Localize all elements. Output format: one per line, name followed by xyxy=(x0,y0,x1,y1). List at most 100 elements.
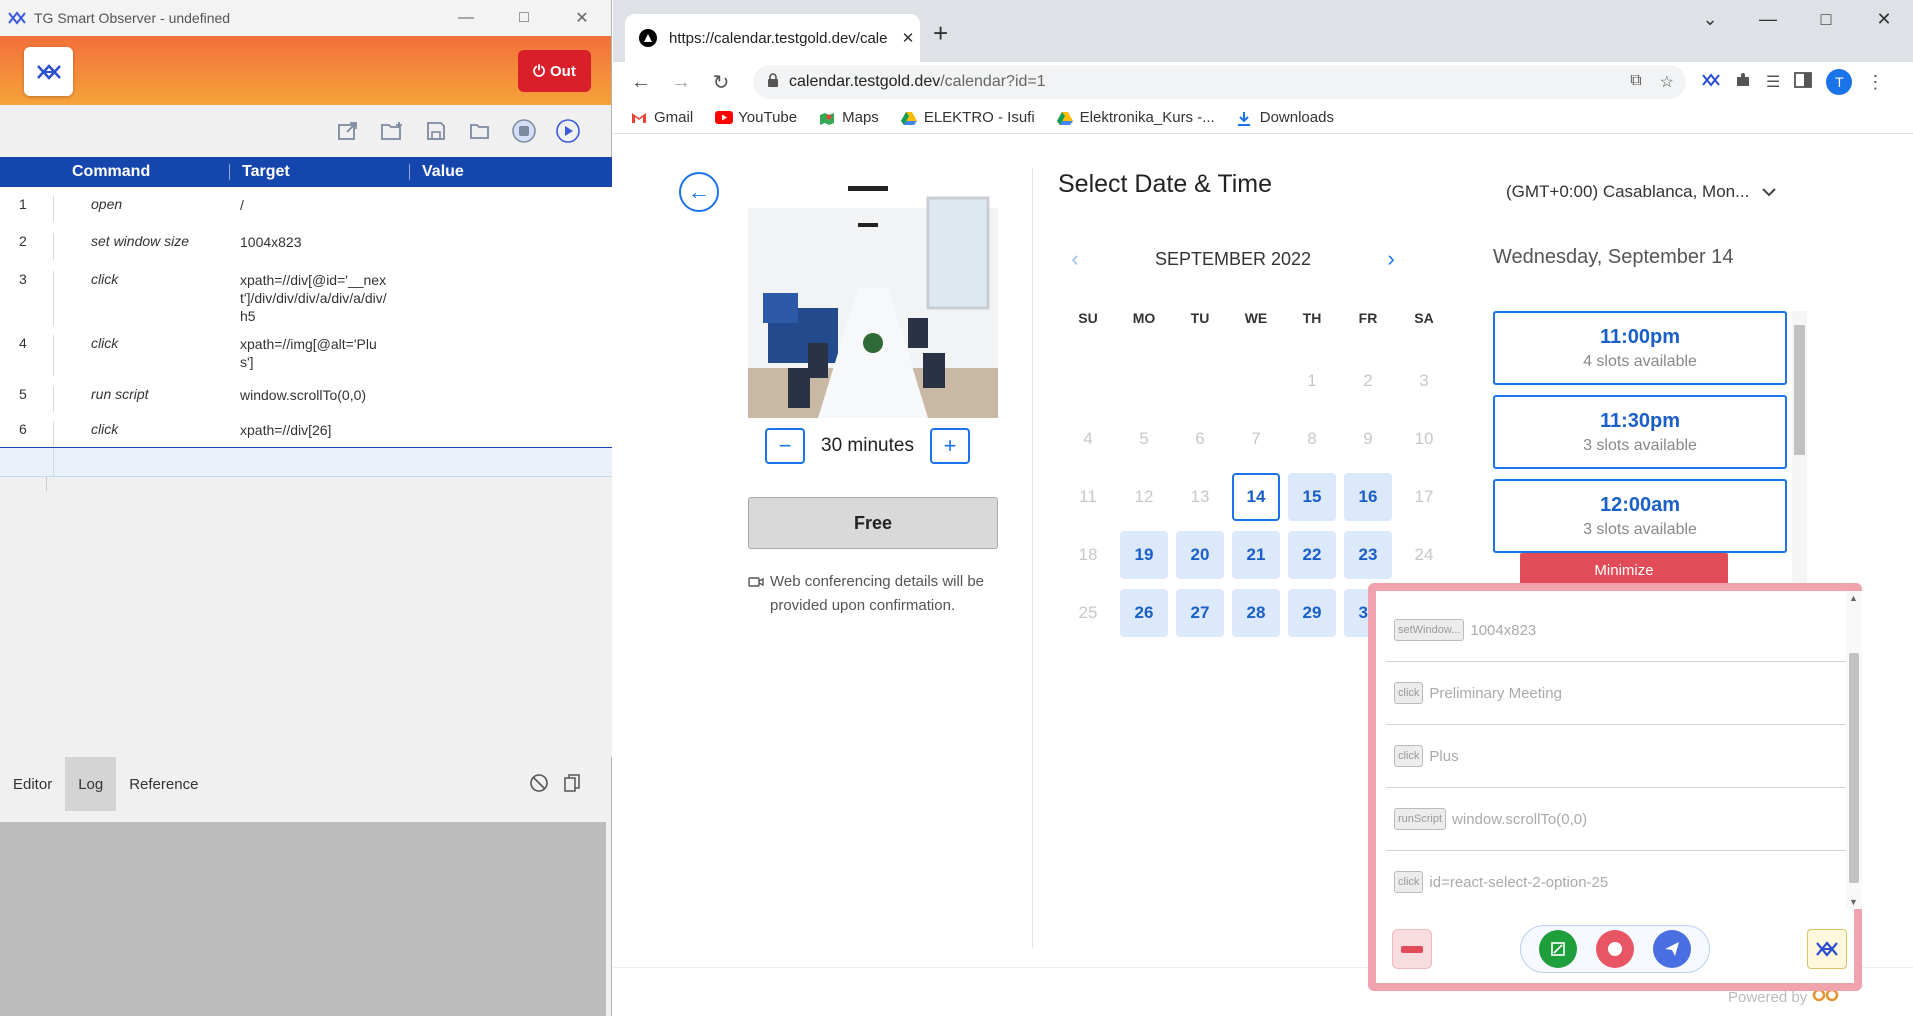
calendar-week: 11 12 13 14 15 16 17 xyxy=(1060,468,1452,526)
time-slot[interactable]: 12:00am 3 slots available xyxy=(1493,479,1787,553)
table-row[interactable]: 1 open / xyxy=(0,187,612,223)
logout-button[interactable]: ⏻ Out xyxy=(518,50,591,92)
weekday-label: TU xyxy=(1190,310,1210,326)
play-icon[interactable] xyxy=(553,116,583,146)
calendar-day[interactable]: 23 xyxy=(1340,526,1396,584)
calendar-day: 8 xyxy=(1307,429,1317,448)
calendar-day[interactable]: 28 xyxy=(1228,584,1284,642)
calendar-day[interactable]: 20 xyxy=(1172,526,1228,584)
list-item[interactable]: runScript window.scrollTo(0,0) xyxy=(1386,788,1846,851)
back-arrow-icon[interactable]: ← xyxy=(679,172,719,212)
calendar-day[interactable]: 29 xyxy=(1284,584,1340,642)
profile-avatar[interactable]: T xyxy=(1826,69,1853,95)
bookmark-elektronika[interactable]: Elektronika_Kurs -... xyxy=(1056,109,1215,126)
maps-icon xyxy=(819,111,835,125)
bookmark-maps[interactable]: Maps xyxy=(819,109,879,126)
record-icon[interactable] xyxy=(509,116,539,146)
month-navigation: ‹ SEPTEMBER 2022 › xyxy=(1063,246,1403,272)
calendar-day[interactable]: 16 xyxy=(1340,468,1396,526)
maximize-browser-button[interactable]: □ xyxy=(1797,0,1855,38)
tg-logo-icon[interactable] xyxy=(1807,929,1847,969)
previous-month-icon[interactable]: ‹ xyxy=(1063,246,1087,272)
weekday-label: WE xyxy=(1244,310,1268,326)
list-item[interactable]: click Plus xyxy=(1386,725,1846,788)
calendar-empty-cell xyxy=(1172,352,1228,410)
tab-editor[interactable]: Editor xyxy=(0,757,65,811)
clear-log-icon[interactable] xyxy=(529,773,549,798)
bookmark-gmail[interactable]: Gmail xyxy=(631,109,693,126)
extensions-puzzle-icon[interactable] xyxy=(1734,71,1752,94)
power-icon: ⏻ xyxy=(533,62,546,80)
close-tab-icon[interactable]: ✕ xyxy=(896,29,920,47)
browser-menu-icon[interactable]: ⋮ xyxy=(1866,72,1884,93)
list-item[interactable]: click id=react-select-2-option-25 xyxy=(1386,851,1846,909)
tab-search-icon[interactable]: ⌄ xyxy=(1681,0,1739,38)
back-icon[interactable]: ← xyxy=(625,66,657,98)
bookmark-downloads[interactable]: Downloads xyxy=(1237,109,1334,126)
recorder-minimize-button[interactable]: Minimize xyxy=(1520,553,1728,587)
open-folder-icon[interactable] xyxy=(465,116,495,146)
calendar-day[interactable]: 15 xyxy=(1284,468,1340,526)
new-tab-button[interactable]: + xyxy=(933,18,948,49)
side-panel-icon[interactable] xyxy=(1794,71,1813,93)
next-month-icon[interactable]: › xyxy=(1379,246,1403,272)
recorder-panel: setWindow... 1004x823 click Preliminary … xyxy=(1368,583,1862,991)
minimize-window-button[interactable]: — xyxy=(437,0,495,36)
increase-duration-button[interactable]: + xyxy=(930,428,970,464)
list-item[interactable]: click Preliminary Meeting xyxy=(1386,662,1846,725)
save-icon[interactable] xyxy=(421,116,451,146)
command-table-empty-area xyxy=(0,477,612,757)
calendar-day[interactable]: 26 xyxy=(1116,584,1172,642)
free-button[interactable]: Free xyxy=(748,497,998,549)
observer-header: ⏻ Out xyxy=(0,36,611,105)
table-row[interactable]: 3 click xpath=//div[@id='__next']/div/di… xyxy=(0,261,612,327)
calendar-day[interactable]: 19 xyxy=(1116,526,1172,584)
duration-stepper: − 30 minutes + xyxy=(765,428,970,464)
share-icon[interactable]: ⧉ xyxy=(1630,72,1641,92)
list-item[interactable]: setWindow... 1004x823 xyxy=(1386,599,1846,662)
tg-extension-icon[interactable] xyxy=(1702,72,1720,92)
calendar-day[interactable]: 22 xyxy=(1284,526,1340,584)
bookmark-star-icon[interactable]: ☆ xyxy=(1660,72,1674,92)
export-icon[interactable] xyxy=(333,116,363,146)
forward-icon[interactable]: → xyxy=(665,66,697,98)
new-folder-icon[interactable] xyxy=(377,116,407,146)
recorder-controls xyxy=(1376,921,1854,991)
duration-value: 30 minutes xyxy=(821,435,914,456)
address-bar[interactable]: calendar.testgold.dev/calendar?id=1 ⧉ ☆ xyxy=(753,65,1686,99)
send-button[interactable] xyxy=(1653,930,1692,968)
slot-scrollbar[interactable] xyxy=(1792,311,1807,611)
record-button[interactable] xyxy=(1595,930,1634,968)
time-slot[interactable]: 11:00pm 4 slots available xyxy=(1493,311,1787,385)
weekday-label: TH xyxy=(1302,310,1322,326)
recorder-scrollbar[interactable]: ▲ ▼ xyxy=(1846,591,1862,909)
toolbar: ← → ↻ calendar.testgold.dev/calendar?id=… xyxy=(613,62,1913,102)
media-queue-icon[interactable]: ☰ xyxy=(1766,72,1780,92)
maximize-window-button[interactable]: □ xyxy=(495,0,553,36)
table-row[interactable]: 4 click xpath=//img[@alt='Plus'] xyxy=(0,327,612,377)
close-browser-button[interactable]: ✕ xyxy=(1855,0,1913,38)
collapse-recorder-button[interactable] xyxy=(1392,929,1432,969)
minimize-browser-button[interactable]: — xyxy=(1739,0,1797,38)
table-row[interactable]: 2 set window size 1004x823 xyxy=(0,223,612,261)
tab-reference[interactable]: Reference xyxy=(116,757,211,811)
tab-log[interactable]: Log xyxy=(65,757,117,811)
calendar-day: 18 xyxy=(1078,545,1098,564)
table-row[interactable]: 6 click xpath=//div[26] xyxy=(0,413,612,447)
decrease-duration-button[interactable]: − xyxy=(765,428,805,464)
bookmark-elektro[interactable]: ELEKTRO - Isufi xyxy=(900,109,1035,126)
time-slot[interactable]: 11:30pm 3 slots available xyxy=(1493,395,1787,469)
browser-tab[interactable]: https://calendar.testgold.dev/cale ✕ xyxy=(625,14,920,62)
new-command-row[interactable] xyxy=(0,447,612,477)
timezone-select[interactable]: (GMT+0:00) Casablanca, Mon... xyxy=(1506,182,1776,202)
copy-log-icon[interactable] xyxy=(563,773,581,798)
table-row[interactable]: 5 run script window.scrollTo(0,0) xyxy=(0,377,612,413)
calendar-day[interactable]: 27 xyxy=(1172,584,1228,642)
calendar-week: 18 19 20 21 22 23 24 xyxy=(1060,526,1452,584)
calendar-day[interactable]: 21 xyxy=(1228,526,1284,584)
screenshot-button[interactable] xyxy=(1538,930,1577,968)
bookmark-youtube[interactable]: YouTube xyxy=(715,109,797,126)
reload-icon[interactable]: ↻ xyxy=(705,66,737,98)
close-window-button[interactable]: ✕ xyxy=(553,0,611,36)
calendar-day[interactable]: 14 xyxy=(1228,468,1284,526)
